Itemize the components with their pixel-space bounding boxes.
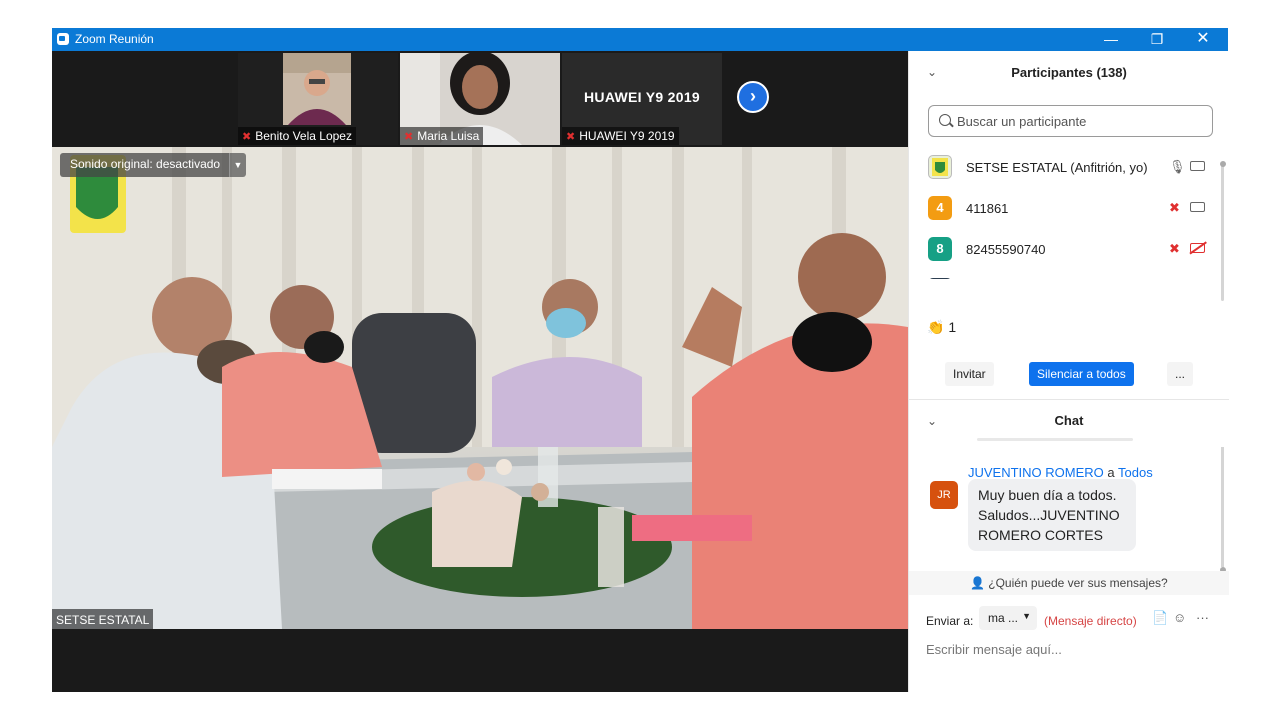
thumbnail-participant[interactable]: ✖ Benito Vela Lopez [238, 53, 398, 145]
thumbnail-participant[interactable]: ✖ Maria Luisa [400, 53, 560, 145]
thumbnail-strip: ✖ Benito Vela Lopez ✖ Maria Luisa HUAWEI Y… [52, 51, 908, 147]
more-options-button[interactable]: ... [1167, 362, 1194, 386]
restore-icon[interactable]: ❐ [1134, 28, 1180, 51]
participant-name: 411861 [966, 201, 1009, 216]
zoom-window: Zoom Reunión — ❐ ✕ ✖ Benito Vela Lopez ✖… [52, 28, 1229, 692]
file-icon[interactable]: 📄 [1152, 610, 1168, 626]
participant-avatar: 4 [928, 196, 952, 220]
direct-message-label: (Mensaje directo) [1044, 614, 1137, 628]
send-to-label: Enviar a: [926, 614, 974, 628]
more-icon[interactable]: ··· [1196, 610, 1209, 625]
muted-mic-icon: ✖ [566, 131, 576, 143]
emoji-icon[interactable]: ☺ [1173, 610, 1186, 625]
next-page-button[interactable]: › [737, 81, 769, 113]
thumbnail-name: ✖ HUAWEI Y9 2019 [562, 127, 679, 145]
host-logo-icon [932, 158, 948, 176]
camera-icon[interactable] [1190, 161, 1205, 171]
participant-search-input[interactable]: Buscar un participante [928, 105, 1213, 137]
chevron-down-icon: ▼ [1022, 611, 1031, 621]
person-lock-icon: 👤 [970, 576, 986, 590]
participant-avatar: M [928, 278, 952, 279]
original-sound-toggle[interactable]: Sonido original: desactivado [60, 153, 231, 177]
muted-mic-icon[interactable]: ✖ [1169, 241, 1180, 257]
camera-icon[interactable] [1190, 202, 1205, 212]
mic-icon[interactable]: 🎙 [1169, 159, 1186, 175]
chat-avatar: JR [930, 481, 958, 509]
clap-icon: 👏 [927, 319, 945, 335]
search-placeholder: Buscar un participante [957, 114, 1087, 129]
participant-row[interactable]: 4 411861 ✖ [909, 188, 1221, 229]
participant-avatar: 8 [928, 237, 952, 261]
participants-title: Participantes (138) [1011, 65, 1127, 80]
participant-row[interactable]: 8 82455590740 ✖ [909, 229, 1221, 270]
participant-row[interactable]: SETSE ESTATAL (Anfitrión, yo) 🎙 [909, 147, 1221, 188]
muted-mic-icon: ✖ [404, 131, 414, 143]
who-can-see-link[interactable]: 👤 ¿Quién puede ver sus mensajes? [909, 571, 1229, 595]
speaker-name-label: SETSE ESTATAL [52, 609, 154, 629]
title-bar: Zoom Reunión — ❐ ✕ [52, 28, 1228, 51]
video-area: ✖ Benito Vela Lopez ✖ Maria Luisa HUAWEI Y… [52, 51, 908, 692]
invite-button[interactable]: Invitar [945, 362, 994, 386]
meeting-room-video [52, 147, 908, 629]
participant-scrollbar[interactable] [1220, 161, 1226, 301]
main-video: Sonido original: desactivado ▼ SETSE EST… [52, 147, 908, 629]
recipient-dropdown[interactable]: ma ... ▼ [979, 606, 1037, 630]
mute-all-button[interactable]: Silenciar a todos [1029, 362, 1134, 386]
participant-row[interactable]: M ✖ [909, 270, 1221, 279]
participant-list: SETSE ESTATAL (Anfitrión, yo) 🎙 4 411861… [909, 147, 1221, 279]
host-avatar [928, 155, 952, 179]
participants-header: ⌄ Participantes (138) [909, 51, 1229, 95]
thumbnail-name: ✖ Benito Vela Lopez [238, 127, 356, 145]
side-panel: ⌄ Participantes (138) Buscar un particip… [908, 51, 1229, 692]
muted-mic-icon: ✖ [242, 131, 252, 143]
window-title: Zoom Reunión [75, 32, 154, 46]
muted-mic-icon[interactable]: ✖ [1169, 200, 1180, 216]
chat-message-bubble: Muy buen día a todos. Saludos...JUVENTIN… [968, 479, 1136, 551]
thumbnail-name: ✖ Maria Luisa [400, 127, 484, 145]
chat-title: Chat [1054, 413, 1084, 428]
camera-off-icon[interactable] [1190, 243, 1205, 253]
close-icon[interactable]: ✕ [1180, 28, 1226, 51]
participant-name: SETSE ESTATAL (Anfitrión, yo) [966, 160, 1148, 175]
chat-compose-input[interactable]: Escribir mensaje aquí... [926, 642, 1062, 657]
thumbnail-participant[interactable]: HUAWEI Y9 2019 ✖ HUAWEI Y9 2019 [562, 53, 722, 145]
chat-messages: JUVENTINO ROMERO a Todos JR Muy buen día… [909, 436, 1221, 572]
chat-sender-line: JUVENTINO ROMERO a Todos [968, 465, 1153, 480]
minimize-icon[interactable]: — [1088, 28, 1134, 51]
participant-name: 82455590740 [966, 242, 1046, 257]
chevron-down-icon[interactable]: ▼ [229, 153, 246, 177]
search-icon [939, 114, 951, 126]
chat-scrollbar[interactable] [1220, 447, 1226, 573]
participant-name-display: HUAWEI Y9 2019 [584, 89, 700, 105]
zoom-app-icon [57, 33, 69, 45]
reaction-count: 👏 1 [927, 319, 957, 335]
